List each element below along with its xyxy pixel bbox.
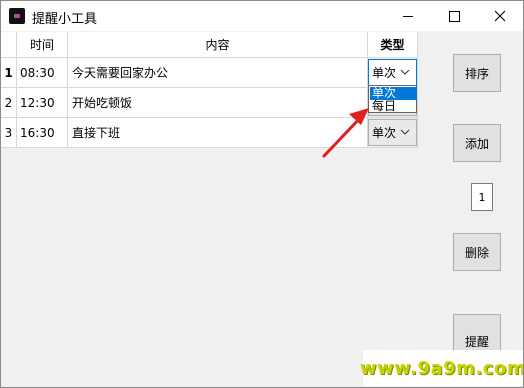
- window-title: 提醒小工具: [32, 12, 98, 27]
- minimize-icon: [403, 15, 413, 17]
- add-button[interactable]: 添加: [453, 124, 501, 162]
- time-cell[interactable]: 12:30: [17, 88, 68, 118]
- maximize-icon: [448, 10, 460, 22]
- sort-button[interactable]: 排序: [453, 54, 501, 92]
- type-cell: 单次: [368, 118, 418, 148]
- close-button[interactable]: [477, 1, 523, 31]
- chevron-down-icon: [398, 65, 412, 79]
- type-combobox[interactable]: 单次: [368, 59, 417, 86]
- reminder-button-label: 提醒: [464, 334, 489, 349]
- content-cell[interactable]: 直接下班: [68, 118, 368, 148]
- corner-header: [1, 32, 17, 58]
- close-icon: [494, 10, 506, 22]
- header-time[interactable]: 时间: [17, 32, 68, 58]
- type-combobox-value: 单次: [372, 126, 397, 140]
- content-cell[interactable]: 开始吃顿饭: [68, 88, 368, 118]
- content-cell[interactable]: 今天需要回家办公: [68, 58, 368, 88]
- maximize-button[interactable]: [431, 1, 477, 31]
- type-dropdown-list: 单次 每日: [368, 85, 417, 113]
- watermark-text: www.9a9m.com: [359, 357, 524, 379]
- reminder-button[interactable]: 提醒: [453, 314, 501, 352]
- type-combobox[interactable]: 单次: [368, 119, 417, 146]
- row-number[interactable]: 1: [1, 58, 17, 88]
- app-window: 提醒小工具 时间 内容 类型 1 08:30 今天需要回家办公 单次 2 12:…: [0, 0, 524, 388]
- row-number[interactable]: 2: [1, 88, 17, 118]
- delete-button[interactable]: 删除: [453, 233, 501, 271]
- app-icon: [9, 8, 25, 24]
- chevron-down-icon: [398, 125, 412, 139]
- time-cell[interactable]: 08:30: [17, 58, 68, 88]
- header-content[interactable]: 内容: [68, 32, 368, 58]
- row-index-input[interactable]: 1: [471, 183, 493, 211]
- type-cell: 单次: [368, 58, 418, 88]
- header-type[interactable]: 类型: [368, 32, 418, 58]
- title-bar: 提醒小工具: [1, 1, 523, 31]
- row-number[interactable]: 3: [1, 118, 17, 148]
- type-combobox-value: 单次: [372, 66, 397, 80]
- dropdown-option-daily[interactable]: 每日: [370, 100, 417, 113]
- time-cell[interactable]: 16:30: [17, 118, 68, 148]
- watermark: www.9a9m.com: [359, 350, 524, 386]
- minimize-button[interactable]: [385, 1, 431, 31]
